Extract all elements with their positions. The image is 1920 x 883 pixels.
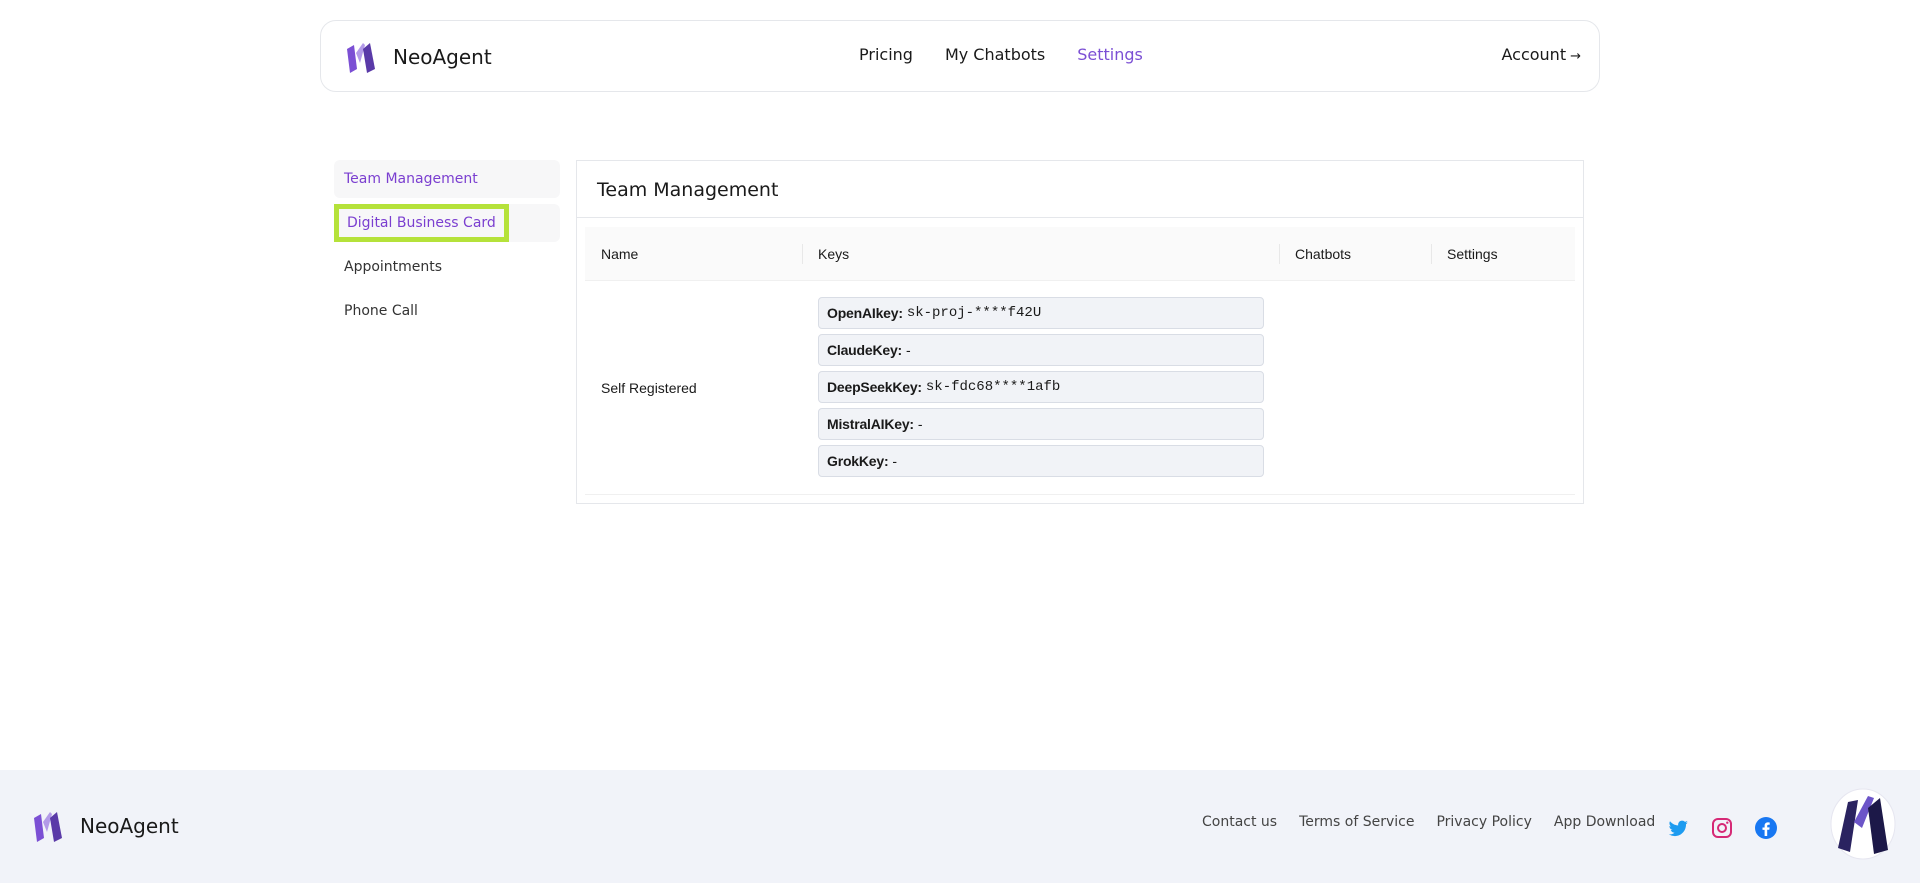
deepseek-key-field[interactable]: DeepSeekKey: sk-fdc68****1afb [818, 371, 1264, 403]
footer-brand-name: NeoAgent [80, 814, 179, 838]
column-header-keys: Keys [802, 227, 1279, 281]
key-value: - [906, 342, 911, 358]
cell-settings [1431, 281, 1575, 494]
sidebar-item-label: Appointments [344, 259, 443, 275]
footer: NeoAgent Contact us Terms of Service Pri… [0, 770, 1920, 883]
sidebar-item-label: Digital Business Card [334, 204, 509, 242]
footer-link-contact[interactable]: Contact us [1202, 814, 1277, 830]
footer-brand[interactable]: NeoAgent [30, 808, 179, 844]
cell-name: Self Registered [601, 379, 697, 396]
neoagent-logo-icon [347, 43, 375, 73]
cell-keys: OpenAIkey: sk-proj-****f42U ClaudeKey: -… [802, 281, 1279, 494]
nav-pricing[interactable]: Pricing [859, 45, 913, 64]
social-links [1666, 816, 1778, 840]
sidebar-item-team-management[interactable]: Team Management [334, 160, 560, 198]
key-label: GrokKey: [827, 453, 889, 469]
facebook-icon[interactable] [1754, 816, 1778, 840]
column-header-settings: Settings [1431, 227, 1575, 281]
arrow-right-icon: → [1570, 49, 1581, 64]
key-value: - [917, 416, 923, 432]
key-label: DeepSeekKey: [827, 379, 922, 395]
top-navbar: NeoAgent Pricing My Chatbots Settings Ac… [320, 20, 1600, 92]
footer-link-app-download[interactable]: App Download [1554, 814, 1655, 830]
sidebar-item-appointments[interactable]: Appointments [334, 248, 560, 286]
account-link[interactable]: Account → [1501, 45, 1581, 64]
sidebar-item-label: Phone Call [344, 303, 418, 319]
nav-settings[interactable]: Settings [1077, 45, 1143, 64]
mistral-key-field[interactable]: MistralAIKey: - [818, 408, 1264, 440]
instagram-icon[interactable] [1710, 816, 1734, 840]
key-label: ClaudeKey: [827, 342, 903, 358]
chat-widget-icon[interactable] [1830, 788, 1896, 864]
grok-key-field[interactable]: GrokKey: - [818, 445, 1264, 477]
table-row: Self Registered OpenAIkey: sk-proj-****f… [585, 281, 1575, 495]
sidebar-item-phone-call[interactable]: Phone Call [334, 292, 560, 330]
main-nav: Pricing My Chatbots Settings [859, 45, 1143, 64]
cell-chatbots [1279, 281, 1431, 494]
footer-link-terms[interactable]: Terms of Service [1299, 814, 1414, 830]
team-table: Name Keys Chatbots Settings Self Registe… [585, 227, 1575, 495]
claude-key-field[interactable]: ClaudeKey: - [818, 334, 1264, 366]
key-value: - [892, 453, 898, 469]
page: NeoAgent Pricing My Chatbots Settings Ac… [0, 0, 1920, 883]
column-header-chatbots: Chatbots [1279, 227, 1431, 281]
table-header: Name Keys Chatbots Settings [585, 227, 1575, 281]
brand-name: NeoAgent [393, 45, 492, 69]
account-label: Account [1501, 45, 1567, 64]
team-management-panel: Team Management Name Keys Chatbots Setti… [576, 160, 1584, 504]
sidebar-item-label: Team Management [344, 171, 478, 187]
footer-link-privacy[interactable]: Privacy Policy [1436, 814, 1531, 830]
footer-links: Contact us Terms of Service Privacy Poli… [1202, 814, 1655, 830]
twitter-icon[interactable] [1666, 816, 1690, 840]
key-label: MistralAIKey: [827, 416, 914, 432]
nav-my-chatbots[interactable]: My Chatbots [945, 45, 1045, 64]
panel-title: Team Management [577, 161, 1583, 218]
key-value: sk-fdc68****1afb [925, 379, 1061, 395]
key-label: OpenAIkey: [827, 305, 903, 321]
brand[interactable]: NeoAgent [343, 39, 492, 75]
column-header-name: Name [601, 245, 639, 262]
neoagent-logo-icon [34, 812, 62, 842]
settings-sidebar: Team Management Digital Business Card Ap… [334, 160, 560, 336]
openai-key-field[interactable]: OpenAIkey: sk-proj-****f42U [818, 297, 1264, 329]
key-value: sk-proj-****f42U [906, 305, 1042, 321]
sidebar-item-digital-business-card[interactable]: Digital Business Card [334, 204, 560, 242]
